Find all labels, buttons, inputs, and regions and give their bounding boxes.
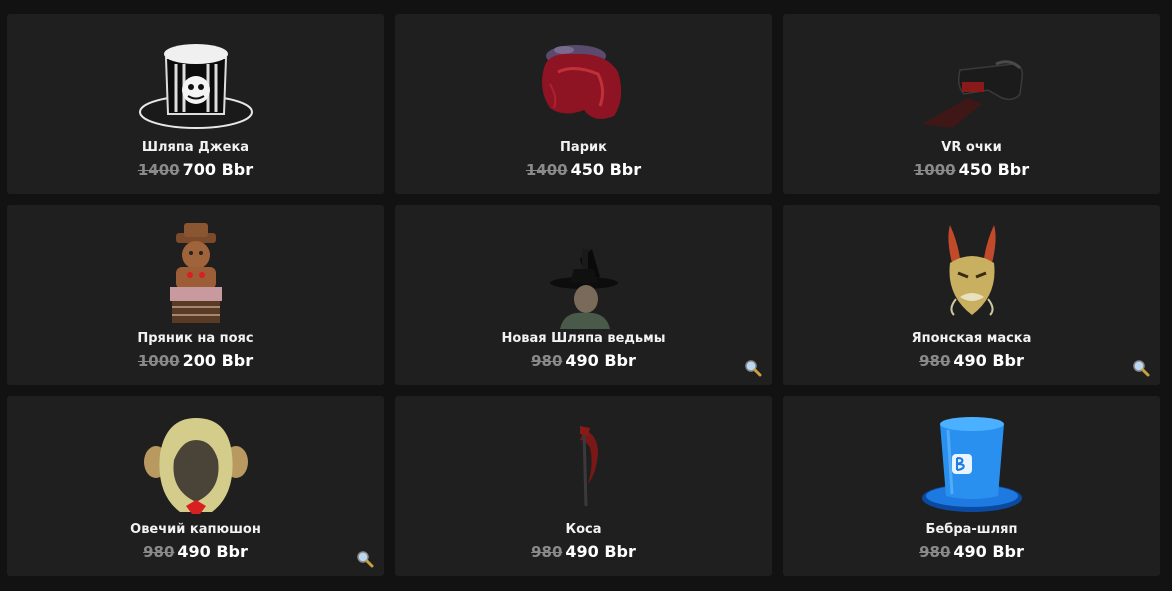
item-card[interactable]: Бебра-шляп 980 490 Bbr: [783, 396, 1160, 576]
new-price: 490 Bbr: [953, 542, 1024, 561]
sheep-hood-icon: [126, 410, 266, 520]
item-card[interactable]: Овечий капюшон 980 490 Bbr: [7, 396, 384, 576]
old-price: 980: [143, 543, 175, 561]
item-name: Японская маска: [911, 331, 1032, 346]
item-price: 980 490 Bbr: [395, 351, 772, 370]
old-price: 1000: [913, 161, 956, 179]
old-price: 980: [531, 543, 563, 561]
item-name: Пряник на пояс: [137, 331, 254, 346]
item-card[interactable]: Новая Шляпа ведьмы 980 490 Bbr: [395, 205, 772, 385]
shop-grid: Шляпа Джека 1400 700 Bbr Парик 1400 450 Bb…: [0, 0, 1172, 591]
item-name: Парик: [560, 140, 607, 155]
new-price: 490 Bbr: [177, 542, 248, 561]
witch-hat-icon: [514, 219, 654, 329]
new-price: 450 Bbr: [570, 160, 642, 179]
item-name: Коса: [565, 522, 602, 537]
japanese-mask-icon: [902, 219, 1042, 329]
magnifier-icon[interactable]: [354, 548, 376, 570]
gingerbread-icon: [126, 219, 266, 329]
old-price: 980: [919, 543, 951, 561]
old-price: 980: [919, 352, 951, 370]
old-price: 1400: [137, 161, 180, 179]
item-price: 1000 200 Bbr: [7, 351, 384, 370]
item-price: 1400 450 Bbr: [395, 160, 772, 179]
item-card[interactable]: Пряник на пояс 1000 200 Bbr: [7, 205, 384, 385]
magnifier-icon[interactable]: [1130, 357, 1152, 379]
item-name: Шляпа Джека: [141, 140, 250, 155]
vr-glasses-icon: [902, 28, 1042, 138]
item-name: Бебра-шляп: [925, 522, 1018, 537]
new-price: 490 Bbr: [565, 542, 636, 561]
item-price: 980 490 Bbr: [395, 542, 772, 561]
old-price: 1400: [525, 161, 568, 179]
item-price: 980 490 Bbr: [783, 351, 1160, 370]
jack-hat-icon: [126, 28, 266, 138]
item-price: 1400 700 Bbr: [7, 160, 384, 179]
new-price: 450 Bbr: [958, 160, 1030, 179]
item-card[interactable]: Парик 1400 450 Bbr: [395, 14, 772, 194]
item-card[interactable]: VR очки 1000 450 Bbr: [783, 14, 1160, 194]
new-price: 700 Bbr: [182, 160, 254, 179]
item-name: Новая Шляпа ведьмы: [501, 331, 666, 346]
scythe-icon: [514, 410, 654, 520]
magnifier-icon[interactable]: [742, 357, 764, 379]
new-price: 200 Bbr: [182, 351, 254, 370]
wig-icon: [514, 28, 654, 138]
old-price: 980: [531, 352, 563, 370]
item-price: 1000 450 Bbr: [783, 160, 1160, 179]
item-card[interactable]: Коса 980 490 Bbr: [395, 396, 772, 576]
item-price: 980 490 Bbr: [7, 542, 384, 561]
item-price: 980 490 Bbr: [783, 542, 1160, 561]
bebra-hat-icon: [902, 410, 1042, 520]
new-price: 490 Bbr: [953, 351, 1024, 370]
item-card[interactable]: Шляпа Джека 1400 700 Bbr: [7, 14, 384, 194]
item-name: VR очки: [941, 140, 1002, 155]
old-price: 1000: [137, 352, 180, 370]
new-price: 490 Bbr: [565, 351, 636, 370]
item-name: Овечий капюшон: [130, 522, 261, 537]
item-card[interactable]: Японская маска 980 490 Bbr: [783, 205, 1160, 385]
